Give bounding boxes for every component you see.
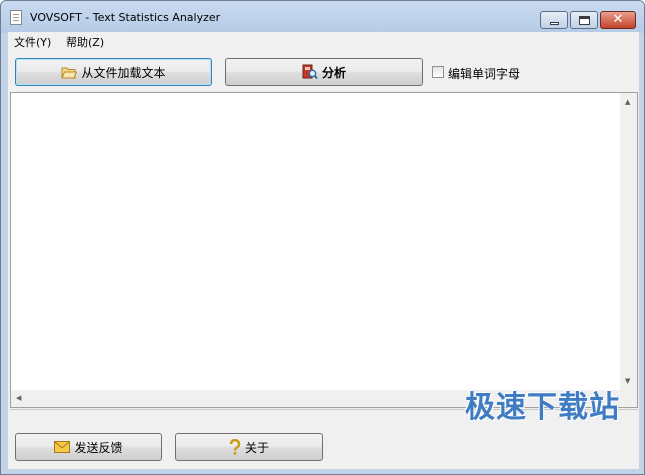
- send-feedback-button[interactable]: 发送反馈: [15, 433, 162, 461]
- about-button[interactable]: 关于: [175, 433, 323, 461]
- window-title: VOVSOFT - Text Statistics Analyzer: [30, 11, 221, 24]
- title-bar[interactable]: VOVSOFT - Text Statistics Analyzer ✕: [1, 1, 644, 33]
- analyze-button-label: 分析: [321, 65, 346, 80]
- edit-words-label[interactable]: 编辑单词字母: [448, 65, 520, 82]
- scroll-up-icon[interactable]: ▲: [625, 98, 630, 106]
- menu-file[interactable]: 文件(Y): [14, 34, 51, 50]
- scroll-corner: [620, 390, 637, 407]
- menu-bar: 文件(Y) 帮助(Z): [8, 32, 639, 49]
- book-magnifier-icon: [302, 64, 318, 80]
- envelope-icon: [54, 441, 71, 453]
- close-button[interactable]: ✕: [600, 11, 636, 29]
- menu-help[interactable]: 帮助(Z): [66, 34, 104, 50]
- document-icon: [10, 10, 22, 25]
- help-icon: [229, 439, 241, 455]
- load-button-label: 从文件加载文本: [81, 65, 166, 80]
- close-icon: ✕: [612, 12, 624, 27]
- about-button-label: 关于: [244, 440, 269, 455]
- analyze-button[interactable]: 分析: [225, 58, 423, 86]
- maximize-icon: [579, 16, 590, 25]
- scroll-left-icon[interactable]: ◀: [16, 394, 21, 402]
- maximize-button[interactable]: [570, 11, 598, 29]
- feedback-button-label: 发送反馈: [74, 440, 123, 455]
- folder-open-icon: [61, 67, 78, 78]
- site-watermark: 极速下载站: [465, 390, 620, 425]
- minimize-icon: [550, 22, 559, 25]
- vertical-scrollbar[interactable]: ▲ ▼: [620, 93, 637, 390]
- app-window: VOVSOFT - Text Statistics Analyzer ✕ 文件(…: [0, 0, 645, 475]
- edit-words-checkbox[interactable]: [432, 66, 444, 78]
- scroll-down-icon[interactable]: ▼: [625, 377, 630, 385]
- load-from-file-button[interactable]: 从文件加载文本: [15, 58, 212, 86]
- text-input-area[interactable]: ▲ ▼ ◀ ▶: [10, 92, 638, 408]
- minimize-button[interactable]: [540, 11, 568, 29]
